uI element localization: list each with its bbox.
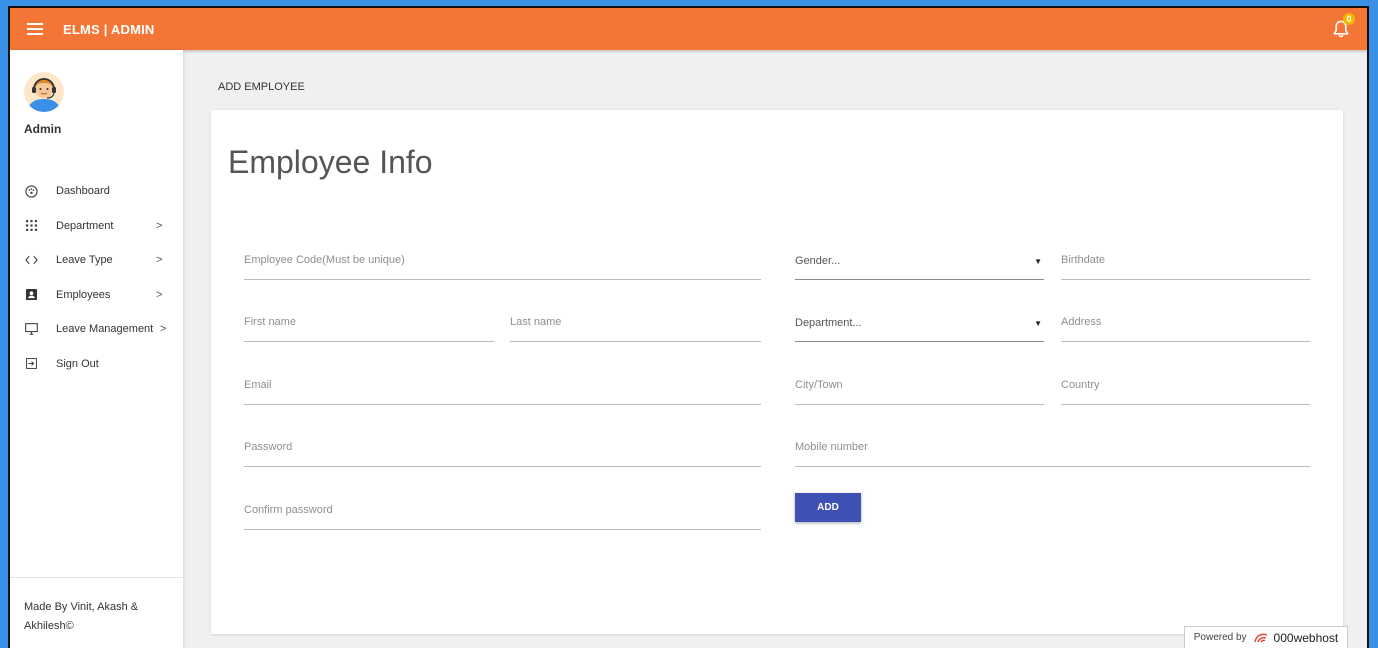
chevron-right-icon: >	[160, 323, 167, 336]
employee-form-card: Employee Info Gender... ▼ Department...	[211, 110, 1343, 634]
add-button[interactable]: ADD	[795, 493, 861, 522]
last-name-input[interactable]	[510, 316, 761, 328]
exit-icon	[24, 357, 38, 371]
mobile-field	[795, 433, 1310, 467]
top-app-bar: ELMS | ADMIN 0	[10, 8, 1367, 50]
sidebar-item-label: Sign Out	[56, 357, 99, 370]
avatar	[24, 72, 64, 112]
user-name: Admin	[24, 122, 62, 136]
sidebar-item-sign-out[interactable]: Sign Out	[10, 347, 183, 382]
birthdate-field	[1061, 246, 1310, 280]
chevron-right-icon: >	[156, 219, 163, 232]
powered-by-label: Powered by	[1193, 632, 1247, 643]
sidebar-item-label: Department	[56, 219, 114, 232]
webhost-logo: 000webhost	[1253, 630, 1339, 645]
hamburger-menu-icon[interactable]	[27, 23, 43, 35]
confirm-password-field	[244, 496, 761, 530]
password-input[interactable]	[244, 441, 761, 453]
country-input[interactable]	[1061, 379, 1310, 391]
password-field	[244, 433, 761, 467]
chevron-right-icon: >	[156, 254, 163, 267]
department-select-value: Department...	[795, 317, 862, 329]
sidebar-item-employees[interactable]: Employees >	[10, 278, 183, 313]
account-box-icon	[24, 288, 38, 302]
sidebar-item-label: Leave Type	[56, 254, 113, 267]
sidebar-item-leave-type[interactable]: Leave Type >	[10, 243, 183, 278]
email-input[interactable]	[244, 379, 761, 391]
sidebar-item-dashboard[interactable]: Dashboard	[10, 174, 183, 209]
last-name-field	[510, 308, 761, 342]
employee-code-input[interactable]	[244, 254, 761, 266]
department-select[interactable]: Department... ▼	[795, 308, 1044, 342]
address-input[interactable]	[1061, 316, 1310, 328]
desktop-icon	[24, 322, 38, 336]
dropdown-caret-icon: ▼	[1034, 319, 1042, 328]
webhost-brand: 000webhost	[1273, 630, 1339, 645]
powered-by-badge[interactable]: Powered by 000webhost	[1184, 626, 1348, 648]
gender-select-value: Gender...	[795, 255, 841, 267]
dropdown-caret-icon: ▼	[1034, 257, 1042, 266]
sidebar-item-label: Leave Management	[56, 323, 154, 336]
form-title: Employee Info	[228, 144, 433, 180]
employee-code-field	[244, 246, 761, 280]
code-icon	[24, 253, 38, 267]
page-title: ADD EMPLOYEE	[218, 81, 305, 93]
dashboard-icon	[24, 184, 38, 198]
mobile-input[interactable]	[795, 441, 1310, 453]
country-field	[1061, 371, 1310, 405]
browser-frame: ELMS | ADMIN 0 Admin Dashboard Departmen…	[8, 6, 1369, 648]
gender-select[interactable]: Gender... ▼	[795, 246, 1044, 280]
sidebar-item-label: Employees	[56, 288, 111, 301]
birthdate-input[interactable]	[1061, 254, 1310, 266]
email-field	[244, 371, 761, 405]
sidebar: Admin Dashboard Department > Leave Type	[10, 50, 183, 648]
city-field	[795, 371, 1044, 405]
chevron-right-icon: >	[156, 288, 163, 301]
first-name-field	[244, 308, 494, 342]
address-field	[1061, 308, 1310, 342]
apps-grid-icon	[24, 219, 38, 233]
city-input[interactable]	[795, 379, 1044, 391]
first-name-input[interactable]	[244, 316, 494, 328]
sidebar-item-leave-management[interactable]: Leave Management >	[10, 312, 183, 347]
confirm-password-input[interactable]	[244, 504, 761, 516]
app-brand: ELMS | ADMIN	[63, 21, 155, 37]
sidebar-divider	[10, 577, 183, 578]
sidebar-footer: Made By Vinit, Akash & Akhilesh©	[24, 601, 139, 632]
sidebar-item-department[interactable]: Department >	[10, 209, 183, 244]
webhost-swirl-icon	[1253, 633, 1267, 642]
sidebar-item-label: Dashboard	[56, 185, 110, 198]
sidebar-nav: Dashboard Department > Leave Type > Empl…	[10, 174, 183, 381]
notifications-button[interactable]: 0	[1333, 13, 1355, 38]
notification-badge: 0	[1343, 13, 1355, 25]
